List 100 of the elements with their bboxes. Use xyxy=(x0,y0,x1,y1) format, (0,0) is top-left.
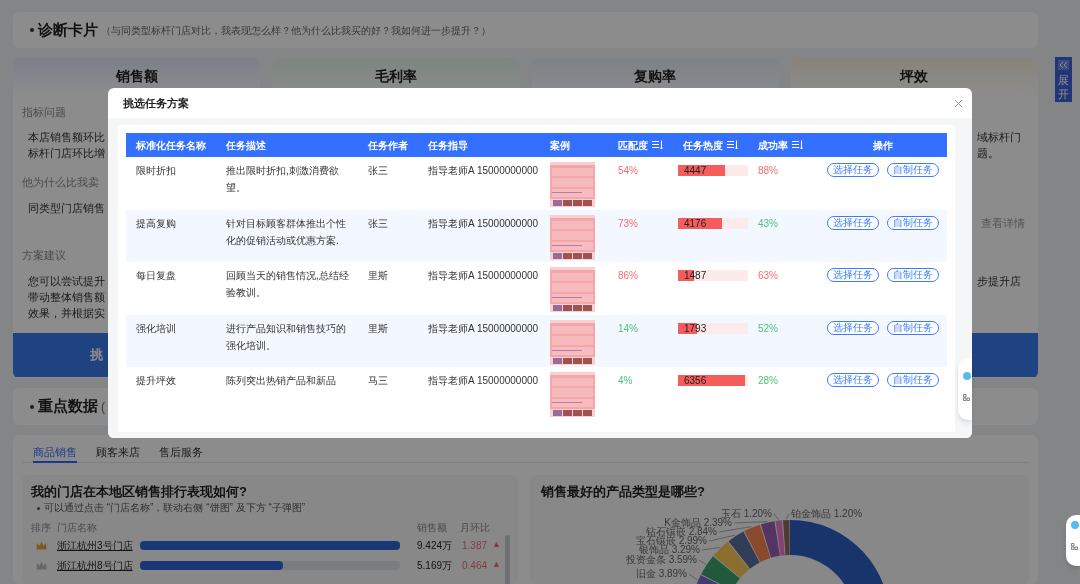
expand-tab[interactable]: 展开 xyxy=(1055,57,1072,102)
custom-task-button[interactable]: 自制任务 xyxy=(886,268,939,282)
sort-icon[interactable] xyxy=(727,140,738,150)
table-cell-text: 陈列突出热销产品和新品 xyxy=(225,374,337,388)
leader-line xyxy=(733,521,768,524)
card-title: 毛利率 xyxy=(374,67,417,86)
table-cell-text: 提升坪效 xyxy=(135,374,177,388)
slice-label: K金饰品 2.39% xyxy=(664,517,732,528)
card-text: 题。 xyxy=(976,146,999,161)
card-text: 步提升店 xyxy=(976,274,1021,289)
column-header: 任务热度 xyxy=(683,138,723,153)
table-cell-text: 指导老师A 15000000000 xyxy=(427,374,540,388)
slice-label: 银饰品 3.29% xyxy=(638,544,700,555)
table-cell-text: 回顾当天的销售情况,总结经验教训。 xyxy=(225,269,350,300)
table-cell-text: 52% xyxy=(757,321,779,336)
select-task-button[interactable]: 选择任务 xyxy=(826,373,879,387)
heat-value: 4447 xyxy=(684,165,707,176)
column-header: 任务作者 xyxy=(368,138,408,153)
column-header: 成功率 xyxy=(758,138,788,153)
table-cell-text: 63% xyxy=(757,269,779,283)
table-cell-text: 54% xyxy=(617,164,639,178)
leader-line xyxy=(698,559,707,565)
trend-arrow: ▲ xyxy=(492,558,501,572)
leader-line xyxy=(688,573,698,581)
card-text: 同类型门店销售 xyxy=(28,201,105,216)
leader-line xyxy=(701,547,720,551)
heat-value: 6356 xyxy=(684,375,707,386)
table-cell-text: 张三 xyxy=(367,164,389,178)
modal-title: 挑选任务方案 xyxy=(123,95,189,111)
scrollbar[interactable] xyxy=(505,535,510,584)
grid-icon xyxy=(963,394,970,401)
trend-arrow: ▲ xyxy=(492,538,501,552)
table-cell-text: 0.464 xyxy=(462,558,488,573)
table-cell-text: 强化培训 xyxy=(135,321,177,336)
custom-task-button[interactable]: 自制任务 xyxy=(886,320,939,335)
column-header: 操作 xyxy=(872,138,893,153)
card-text: 标杆门店环比增 xyxy=(28,146,105,161)
column-header: 标准化任务名称 xyxy=(136,138,206,153)
store-link[interactable]: 浙江杭州8号门店 xyxy=(57,557,140,573)
floating-widget[interactable] xyxy=(1066,515,1080,566)
leader-line xyxy=(785,513,790,520)
column-header: 任务指导 xyxy=(428,138,468,153)
card-title: 销售额 xyxy=(115,67,158,86)
table-cell-text: 73% xyxy=(617,216,639,231)
card-text: 域标杆门 xyxy=(976,130,1021,145)
table-cell-text: 86% xyxy=(617,269,639,283)
table-cell-text: 提高复购 xyxy=(135,216,177,231)
section-title: 重点数据 xyxy=(38,396,98,417)
custom-task-button[interactable]: 自制任务 xyxy=(886,373,939,387)
table-cell-text: 限时折扣 xyxy=(135,164,177,178)
slice-label: 铂金饰品 1.20% xyxy=(791,508,863,519)
custom-task-button[interactable]: 自制任务 xyxy=(886,215,939,230)
table-cell-text: 43% xyxy=(757,216,779,231)
table-cell-text: 28% xyxy=(757,374,779,388)
floating-widget[interactable] xyxy=(958,358,972,420)
tab[interactable]: 售后服务 xyxy=(159,443,203,463)
heat-value: 4176 xyxy=(684,217,707,229)
table-cell-text: 里斯 xyxy=(367,269,389,283)
table-cell-text: 4% xyxy=(617,374,634,388)
section-subtitle: ( xyxy=(101,398,105,416)
circle-icon xyxy=(963,372,971,380)
double-chevron-icon xyxy=(1058,60,1069,70)
store-link[interactable]: 浙江杭州3号门店 xyxy=(57,537,140,553)
hint-text: 可以通过点击 “门店名称”，联动右侧 “饼图” 及下方 “子弹图” xyxy=(44,501,306,515)
sort-icon[interactable] xyxy=(652,140,663,150)
custom-task-button[interactable]: 自制任务 xyxy=(886,163,939,177)
card-text: 本店销售额环比 xyxy=(28,130,105,145)
column-header: 案例 xyxy=(550,138,570,153)
panel-title: 我的门店在本地区销售排行表现如何? xyxy=(31,484,248,500)
table-cell-text: 指导老师A 15000000000 xyxy=(427,269,540,283)
section-title: 诊断卡片 xyxy=(38,19,98,40)
section-heading: 方案建议 xyxy=(22,248,66,263)
table-cell-text: 88% xyxy=(757,164,779,178)
tab[interactable]: 顾客来店 xyxy=(96,443,140,463)
column-header: 匹配度 xyxy=(618,138,648,153)
table-cell-text: 9.424万 xyxy=(417,538,454,553)
close-icon[interactable] xyxy=(954,98,963,108)
select-task-button[interactable]: 选择任务 xyxy=(826,215,879,230)
slice-label: 宝石镶嵌 2.99% xyxy=(635,535,707,546)
select-task-button[interactable]: 选择任务 xyxy=(826,163,879,177)
table-cell-text: 进行产品知识和销售技巧的强化培训。 xyxy=(225,321,347,353)
card-title: 坪效 xyxy=(900,67,929,86)
card-title: 复购率 xyxy=(634,67,677,86)
panel-title: 销售最好的产品类型是哪些? xyxy=(541,484,705,500)
slice-label: 钻石镶嵌 2.84% xyxy=(645,526,717,537)
slice-label: 旧金 3.89% xyxy=(635,568,687,579)
table-cell-text: 张三 xyxy=(367,216,389,231)
table-cell-text: 马三 xyxy=(367,374,389,388)
slice-label: 投资金条 3.59% xyxy=(625,554,697,565)
bullet-icon xyxy=(37,506,40,510)
select-task-button[interactable]: 选择任务 xyxy=(826,320,879,335)
tab[interactable]: 商品销售 xyxy=(33,443,77,463)
card-text: 效果，并根据实 xyxy=(28,306,105,321)
table-cell-text: 里斯 xyxy=(367,321,389,336)
leader-line xyxy=(773,513,779,520)
sort-icon[interactable] xyxy=(792,140,803,150)
column-header: 任务描述 xyxy=(226,138,266,153)
circle-icon xyxy=(1071,521,1079,529)
select-task-button[interactable]: 选择任务 xyxy=(826,268,879,282)
table-cell-text: 指导老师A 15000000000 xyxy=(427,321,540,336)
